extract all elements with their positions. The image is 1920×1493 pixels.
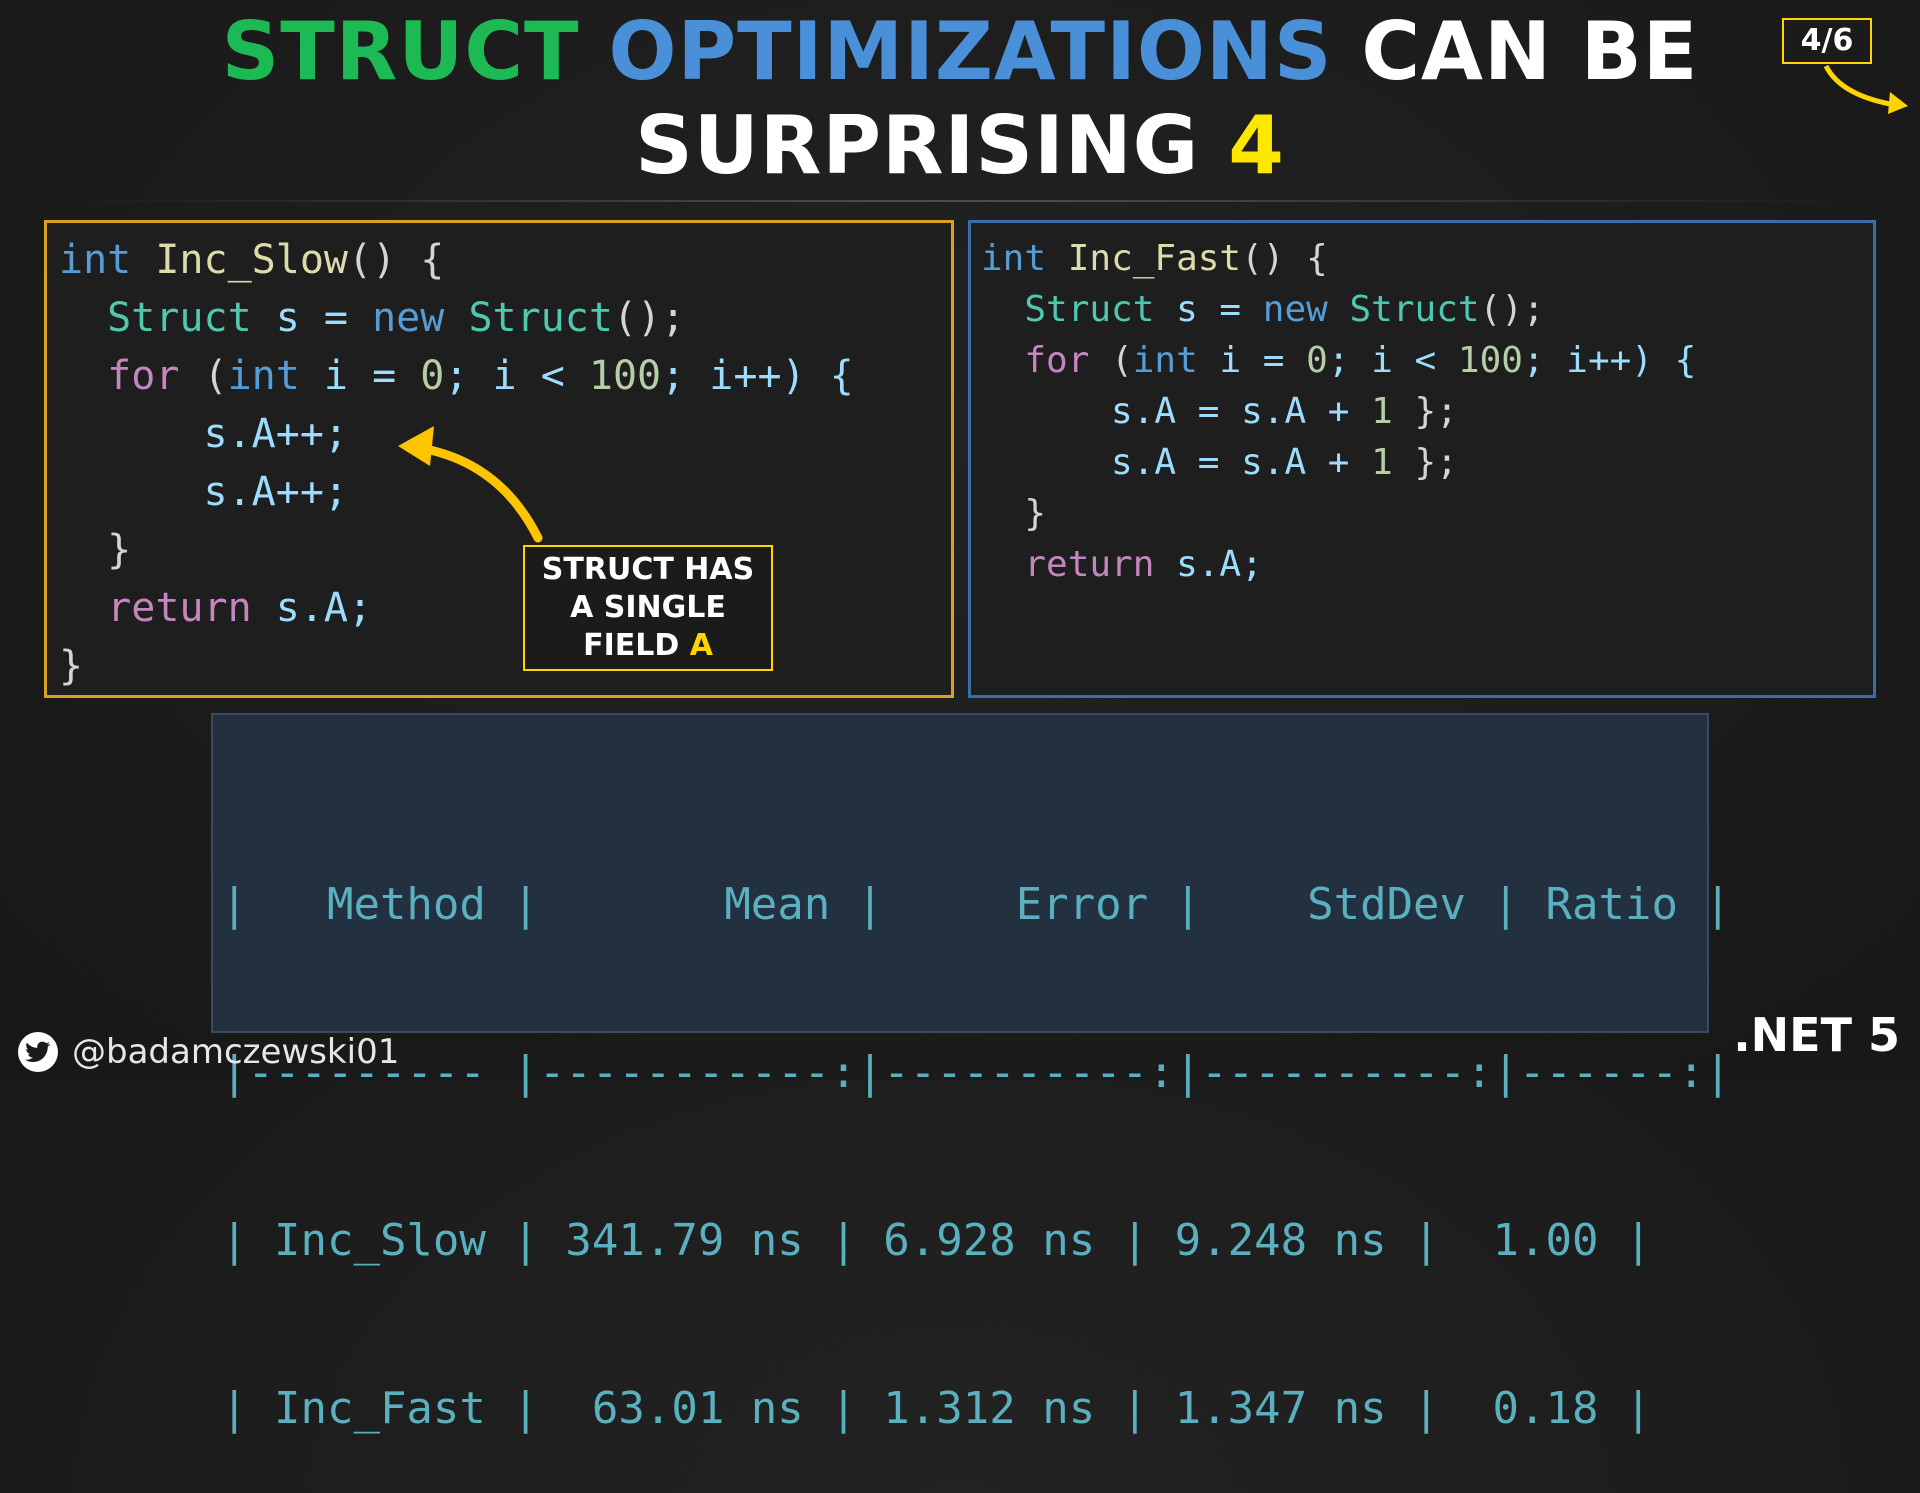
inc-fast-code-panel: int Inc_Fast() { Struct s = new Struct()…: [968, 220, 1876, 698]
results-header: | Method | Mean | Error | StdDev | Ratio…: [221, 879, 1731, 930]
inc-fast-code-line: return s.A;: [1024, 544, 1263, 585]
inc-fast-code-line: Struct s = new Struct();: [1024, 289, 1545, 330]
inc-slow-code-line: Struct s = new Struct();: [107, 295, 686, 341]
title-word-can-be: CAN BE: [1361, 5, 1699, 98]
inc-fast-code-line: s.A = s.A + 1 };: [1111, 442, 1458, 483]
callout-line-2: A SINGLE: [570, 590, 726, 625]
callout-line-3: FIELD A: [525, 627, 771, 665]
callout-arrow-icon: [398, 426, 543, 543]
callout-field-name: A: [689, 628, 713, 663]
inc-fast-code-line: for (int i = 0; i < 100; i++) {: [1024, 340, 1697, 381]
title-line-2: SURPRISING 4: [0, 100, 1920, 192]
inc-slow-code-line: }: [59, 643, 84, 689]
results-row-fast: | Inc_Fast | 63.01 ns | 1.312 ns | 1.347…: [221, 1383, 1652, 1434]
twitter-bird-icon: [18, 1032, 58, 1072]
callout-line-1: STRUCT HAS: [541, 552, 755, 587]
title-word-surprising: SURPRISING: [635, 99, 1200, 192]
twitter-handle[interactable]: @badamczewski01: [18, 1030, 399, 1074]
results-row-slow: | Inc_Slow | 341.79 ns | 6.928 ns | 9.24…: [221, 1215, 1652, 1266]
inc-fast-code-line: s.A = s.A + 1 };: [1111, 391, 1458, 432]
inc-fast-code-line: }: [981, 493, 1047, 534]
platform-label: .NET 5: [1733, 1008, 1900, 1062]
inc-slow-code-line: for (int i = 0; i < 100; i++) {: [107, 353, 854, 399]
title-word-optimizations: OPTIMIZATIONS: [608, 5, 1333, 98]
inc-slow-code-line: int Inc_Slow() {: [59, 237, 445, 283]
inc-fast-code-line: int Inc_Fast() {: [981, 238, 1328, 279]
next-arrow-icon: [1823, 64, 1908, 114]
callout-field-label: FIELD: [583, 628, 690, 663]
callout-note: STRUCT HAS A SINGLE FIELD A: [523, 545, 773, 671]
benchmark-results-table: | Method | Mean | Error | StdDev | Ratio…: [211, 713, 1731, 1434]
title-word-struct: STRUCT: [221, 5, 580, 98]
results-separator: |--------- |-----------:|----------:|---…: [221, 1047, 1731, 1098]
inc-slow-code-line: return s.A;: [107, 585, 373, 631]
twitter-handle-text: @badamczewski01: [72, 1032, 400, 1072]
title-number: 4: [1228, 99, 1285, 192]
title-line-1: STRUCT OPTIMIZATIONS CAN BE: [0, 6, 1920, 98]
page-indicator: 4/6: [1782, 18, 1872, 64]
title-divider: [60, 200, 1860, 202]
